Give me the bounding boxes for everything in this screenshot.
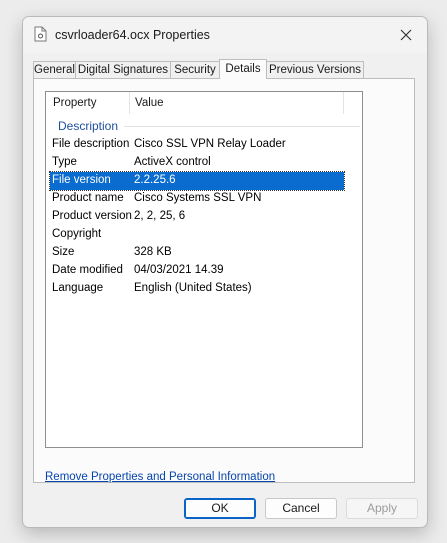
- tab-security[interactable]: Security: [170, 61, 220, 78]
- list-item[interactable]: Product name Cisco Systems SSL VPN: [50, 190, 344, 208]
- details-list[interactable]: Property Value Description File descript…: [45, 91, 363, 448]
- column-value[interactable]: Value: [135, 97, 164, 109]
- property-value: Cisco SSL VPN Relay Loader: [134, 138, 286, 150]
- list-header: Property Value: [46, 92, 362, 114]
- property-value: 2, 2, 25, 6: [134, 210, 186, 222]
- close-icon[interactable]: [395, 24, 417, 46]
- property-name: Copyright: [52, 228, 102, 240]
- property-name: Product version: [52, 210, 132, 222]
- title-bar: csvrloader64.ocx Properties: [23, 17, 427, 53]
- property-value: Cisco Systems SSL VPN: [134, 192, 262, 204]
- group-header-description: Description: [46, 118, 362, 134]
- column-property[interactable]: Property: [53, 97, 96, 109]
- apply-button: Apply: [346, 498, 418, 519]
- tab-strip: General Digital Signatures Security Deta…: [33, 59, 413, 79]
- property-name: Product name: [52, 192, 124, 204]
- list-item[interactable]: Language English (United States): [50, 280, 344, 298]
- property-value: 2.2.25.6: [134, 174, 176, 186]
- list-item[interactable]: Date modified 04/03/2021 14.39: [50, 262, 344, 280]
- column-divider[interactable]: [343, 92, 344, 114]
- list-item[interactable]: Size 328 KB: [50, 244, 344, 262]
- group-divider: [124, 126, 360, 127]
- file-icon: [34, 26, 47, 42]
- details-panel: Property Value Description File descript…: [33, 78, 415, 483]
- properties-dialog: csvrloader64.ocx Properties General Digi…: [22, 16, 428, 528]
- cancel-button[interactable]: Cancel: [265, 498, 337, 519]
- list-item[interactable]: Copyright: [50, 226, 344, 244]
- column-divider[interactable]: [129, 92, 130, 114]
- property-name: Type: [52, 156, 77, 168]
- list-item-selected[interactable]: File version 2.2.25.6: [49, 171, 345, 191]
- list-item[interactable]: File description Cisco SSL VPN Relay Loa…: [50, 136, 344, 154]
- property-name: Date modified: [52, 264, 123, 276]
- tab-digital-signatures[interactable]: Digital Signatures: [75, 61, 171, 78]
- window-title: csvrloader64.ocx Properties: [55, 28, 210, 42]
- list-item[interactable]: Product version 2, 2, 25, 6: [50, 208, 344, 226]
- property-value: 04/03/2021 14.39: [134, 264, 224, 276]
- property-name: File description: [52, 138, 130, 150]
- list-item[interactable]: Type ActiveX control: [50, 154, 344, 172]
- property-name: Language: [52, 282, 104, 294]
- property-name: File version: [52, 174, 111, 186]
- property-value: 328 KB: [134, 246, 172, 258]
- property-value: English (United States): [134, 282, 252, 294]
- tab-general[interactable]: General: [33, 61, 76, 78]
- ok-button[interactable]: OK: [184, 498, 256, 519]
- tab-previous-versions[interactable]: Previous Versions: [266, 61, 364, 78]
- group-label: Description: [58, 119, 119, 133]
- tab-details[interactable]: Details: [219, 59, 267, 79]
- remove-properties-link[interactable]: Remove Properties and Personal Informati…: [45, 471, 275, 483]
- property-value: ActiveX control: [134, 156, 211, 168]
- property-name: Size: [52, 246, 75, 258]
